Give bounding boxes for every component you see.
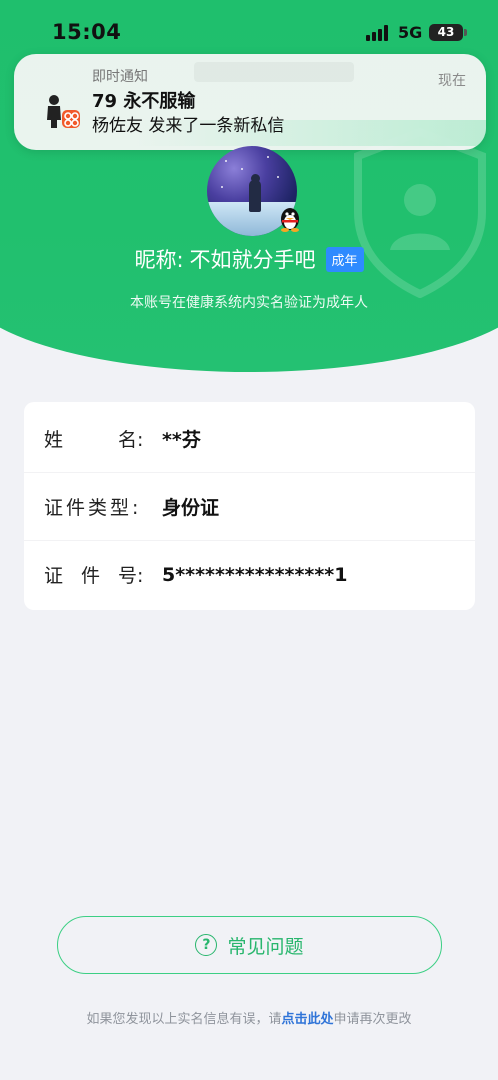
verification-note: 本账号在健康系统内实名验证为成年人: [130, 295, 368, 311]
notification-underlay: [194, 62, 354, 82]
footer-suffix: 申请再次更改: [333, 1012, 412, 1027]
id-number-row: 证件号: 5****************1: [24, 540, 475, 608]
nickname-value: 不如就分手吧: [189, 248, 316, 272]
battery-icon: 43: [429, 24, 463, 41]
identity-info-card: 姓名: **芬 证件类型: 身份证 证件号: 5****************…: [24, 402, 475, 610]
adult-badge: 成年: [325, 246, 364, 272]
name-value: **芬: [162, 428, 201, 451]
id-type-label: 证件类型:: [44, 497, 142, 519]
app-icon: [47, 95, 80, 128]
question-circle-icon: ?: [195, 934, 218, 956]
click-here-link[interactable]: 点击此处: [281, 1012, 333, 1027]
notification-label: 即时通知: [92, 69, 148, 85]
network-type: 5G: [398, 23, 423, 42]
notification-body: 杨佐友 发来了一条新私信: [92, 116, 285, 136]
nickname-row: 昵称: 不如就分手吧 成年: [0, 244, 498, 274]
id-type-value: 身份证: [162, 497, 220, 519]
notification-time: 现在: [438, 73, 466, 89]
signal-icon: [366, 25, 390, 41]
name-row: 姓名: **芬: [24, 404, 475, 472]
notification-title: 79 永不服输: [92, 91, 196, 112]
faq-label: 常见问题: [227, 935, 304, 958]
id-number-value: 5****************1: [162, 563, 348, 586]
status-bar: 15:04 5G 43: [0, 0, 498, 60]
nickname-label: 昵称:: [134, 248, 184, 272]
name-label: 姓名:: [44, 428, 144, 451]
notification-banner[interactable]: 即时通知 现在 79 永不服输 杨佐友 发来了一条新私信: [14, 54, 486, 150]
id-type-row: 证件类型: 身份证: [24, 472, 475, 540]
footer-prefix: 如果您发现以上实名信息有误，请: [86, 1012, 282, 1027]
faq-button[interactable]: ? 常见问题: [57, 916, 442, 974]
status-time: 15:04: [52, 20, 122, 44]
page: 15:04 5G 43 即时通知 现在 79 永不服输 杨佐友 发来了一条新私信: [0, 0, 498, 1080]
footer-note: 如果您发现以上实名信息有误，请点击此处申请再次更改: [0, 1008, 498, 1027]
battery-tip: [464, 29, 467, 36]
id-number-label: 证件号:: [44, 565, 144, 587]
qq-penguin-icon: [281, 208, 299, 232]
